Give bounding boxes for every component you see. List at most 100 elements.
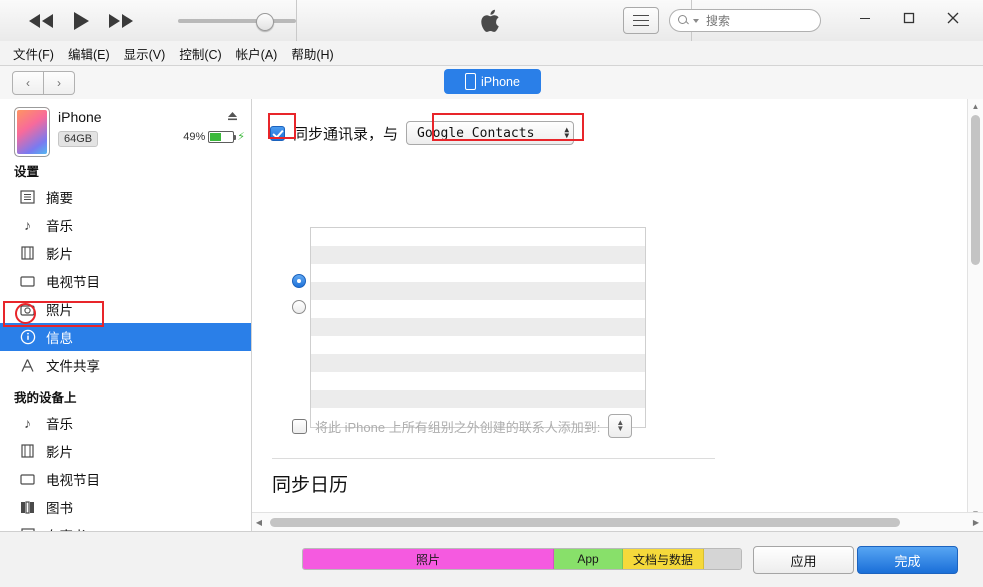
capacity-segment-photos[interactable]: 照片	[303, 549, 554, 569]
capacity-segment-label: App	[577, 552, 599, 566]
sidebar-item-label: 音乐	[46, 219, 73, 234]
maximize-button[interactable]	[887, 4, 931, 32]
sidebar-item-label: 音乐	[46, 417, 73, 432]
search-field[interactable]	[669, 9, 821, 32]
sidebar-settings-list: 摘要 ♪ 音乐 影片 电视节目 照片 信息 文件共享	[0, 183, 251, 379]
film-icon	[18, 442, 37, 461]
forward-button[interactable]: ›	[44, 71, 75, 95]
apply-button[interactable]: 应用	[753, 546, 854, 574]
sidebar-item-movies[interactable]: 影片	[0, 239, 251, 267]
sidebar-ondevice-books[interactable]: 图书	[0, 493, 251, 521]
back-button[interactable]: ‹	[12, 71, 44, 95]
close-button[interactable]	[931, 4, 975, 32]
device-name: iPhone	[58, 109, 102, 125]
apple-logo-icon	[0, 8, 983, 39]
books-icon	[18, 498, 37, 517]
info-circle-icon	[18, 328, 37, 347]
music-note-icon: ♪	[24, 415, 31, 431]
checkbox-highlight-box	[268, 113, 296, 139]
device-tab[interactable]: iPhone	[444, 69, 541, 94]
sidebar-ondevice-music[interactable]: ♪ 音乐	[0, 409, 251, 437]
capacity-segment-free[interactable]	[704, 549, 741, 569]
menu-bar: 文件(F) 编辑(E) 显示(V) 控制(C) 帐户(A) 帮助(H)	[0, 41, 983, 66]
battery-percent: 49%	[183, 130, 206, 143]
sidebar-item-info[interactable]: 信息	[0, 323, 251, 351]
sidebar-item-summary[interactable]: 摘要	[0, 183, 251, 211]
horizontal-scrollbar[interactable]: ◀ ▶	[252, 512, 983, 532]
search-icon	[678, 14, 690, 27]
search-input[interactable]	[704, 12, 808, 29]
sidebar-item-file-sharing[interactable]: 文件共享	[0, 351, 251, 379]
calendar-section-title: 同步日历	[272, 475, 349, 496]
tv-icon	[18, 272, 37, 291]
menu-view[interactable]: 显示(V)	[117, 41, 173, 66]
sidebar-item-label: 影片	[46, 247, 73, 262]
file-share-icon	[18, 356, 37, 375]
menu-controls[interactable]: 控制(C)	[172, 41, 228, 66]
eject-icon[interactable]	[226, 110, 239, 126]
list-item	[311, 390, 645, 408]
sidebar-item-label: 文件共享	[46, 359, 100, 374]
capacity-segment-label: 照片	[415, 552, 440, 567]
sidebar-ondevice-header: 我的设备上	[14, 391, 77, 405]
title-bar	[0, 0, 983, 42]
horizontal-scroll-thumb[interactable]	[270, 518, 900, 527]
list-item	[311, 264, 645, 282]
sidebar-item-label: 电视节目	[46, 275, 100, 290]
menu-account[interactable]: 帐户(A)	[229, 41, 285, 66]
summary-icon	[18, 188, 37, 207]
sidebar-ondevice-tvshows[interactable]: 电视节目	[0, 465, 251, 493]
device-tab-label: iPhone	[481, 74, 520, 89]
sync-contacts-label: 同步通讯录，与	[293, 125, 399, 143]
menu-edit[interactable]: 编辑(E)	[61, 41, 117, 66]
sidebar: iPhone 64GB 49% ⚡ 设置 摘要 ♪ 音乐 影片 电视节目 照片 …	[0, 99, 252, 586]
battery-icon	[208, 130, 237, 143]
device-thumbnail	[14, 107, 50, 157]
battery-indicator: 49% ⚡	[183, 130, 245, 143]
scroll-right-arrow[interactable]: ▶	[969, 513, 983, 532]
sidebar-item-label: 电视节目	[46, 473, 100, 488]
vertical-scroll-thumb[interactable]	[971, 115, 980, 265]
iphone-icon	[465, 73, 477, 90]
sidebar-item-music[interactable]: ♪ 音乐	[0, 211, 251, 239]
sidebar-item-tvshows[interactable]: 电视节目	[0, 267, 251, 295]
capacity-segment-apps[interactable]: App	[554, 549, 623, 569]
menu-help[interactable]: 帮助(H)	[284, 41, 340, 66]
sidebar-ondevice-movies[interactable]: 影片	[0, 437, 251, 465]
account-select-highlight-box	[432, 113, 584, 141]
capacity-bar: 照片 App 文档与数据	[302, 548, 742, 570]
info-panel: 同步通讯录，与 Google Contacts ▲▼ 所有通讯录 所选组别	[252, 99, 967, 520]
footer-bar: 照片 App 文档与数据 应用 完成	[0, 531, 983, 587]
section-divider	[272, 458, 715, 459]
done-button[interactable]: 完成	[857, 546, 958, 574]
sidebar-settings-header: 设置	[14, 165, 40, 179]
radio-selected-groups-button[interactable]	[292, 300, 306, 314]
capacity-segment-label: 文档与数据	[632, 552, 693, 567]
add-outside-contacts-row: 将此 iPhone 上所有组别之外创建的联系人添加到: ▲ ▼	[292, 414, 633, 438]
scroll-left-arrow[interactable]: ◀	[252, 513, 266, 532]
tv-icon	[18, 470, 37, 489]
add-outside-contacts-select[interactable]: ▲ ▼	[608, 414, 633, 438]
vertical-scrollbar[interactable]: ▲ ▼	[967, 99, 983, 520]
chevron-down-icon[interactable]	[693, 18, 699, 23]
add-outside-contacts-checkbox[interactable]	[292, 418, 307, 434]
list-item	[311, 228, 645, 246]
charging-icon: ⚡	[237, 131, 245, 143]
list-view-icon[interactable]	[623, 7, 659, 34]
menu-file[interactable]: 文件(F)	[6, 41, 61, 66]
list-item	[311, 336, 645, 354]
sidebar-item-label: 影片	[46, 445, 73, 460]
list-lines	[633, 15, 649, 26]
sidebar-item-label: 摘要	[46, 191, 73, 206]
minimize-button[interactable]	[843, 4, 887, 32]
list-item	[311, 246, 645, 264]
device-header: iPhone 64GB 49% ⚡	[0, 99, 251, 157]
groups-listbox[interactable]	[310, 227, 646, 428]
list-item	[311, 318, 645, 336]
capacity-segment-documents[interactable]: 文档与数据	[623, 549, 704, 569]
scroll-up-arrow[interactable]: ▲	[968, 99, 983, 113]
list-item	[311, 282, 645, 300]
nav-buttons: ‹ ›	[12, 71, 75, 95]
radio-all-contacts-button[interactable]	[292, 274, 306, 288]
list-item	[311, 372, 645, 390]
